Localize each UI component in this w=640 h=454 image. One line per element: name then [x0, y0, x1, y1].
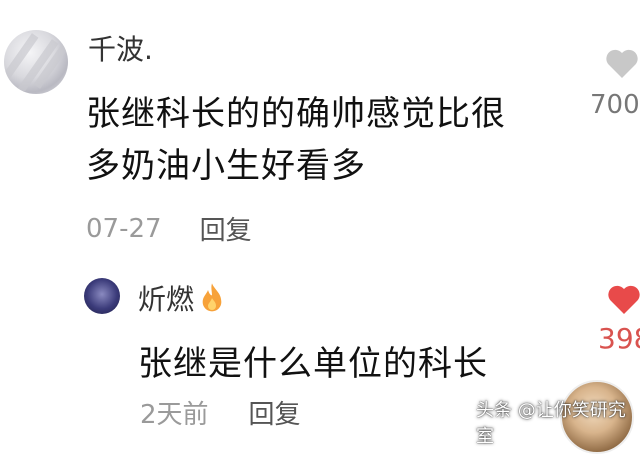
- heart-icon: [606, 49, 638, 78]
- username-text: 炘燃: [138, 283, 195, 316]
- comment-text: 张继科长的的确帅感觉比很 多奶油小生好看多: [86, 88, 566, 192]
- avatar[interactable]: [4, 30, 68, 94]
- comment-date: 07-27: [86, 213, 162, 244]
- username[interactable]: 炘燃: [138, 278, 226, 318]
- comment-text-line: 多奶油小生好看多: [86, 146, 366, 186]
- reply-button[interactable]: 回复: [249, 394, 301, 431]
- comment-meta: 07-27 回复: [86, 210, 252, 247]
- comment-text-line: 张继科长的的确帅感觉比很: [86, 94, 506, 134]
- heart-icon: [608, 285, 640, 314]
- like-count: 398: [598, 322, 640, 355]
- avatar[interactable]: [84, 278, 120, 314]
- comment-date: 2天前: [140, 400, 209, 430]
- watermark: 头条 @让你笑研究室: [476, 400, 626, 447]
- comment-text: 张继是什么单位的科长: [138, 344, 488, 384]
- like-count: 700: [590, 90, 640, 120]
- username[interactable]: 千波.: [88, 28, 153, 68]
- fire-icon: [202, 283, 222, 312]
- reply-button[interactable]: 回复: [200, 210, 252, 247]
- like-button[interactable]: [604, 284, 640, 314]
- like-button[interactable]: [602, 48, 640, 78]
- comment-meta: 2天前 回复: [140, 394, 301, 431]
